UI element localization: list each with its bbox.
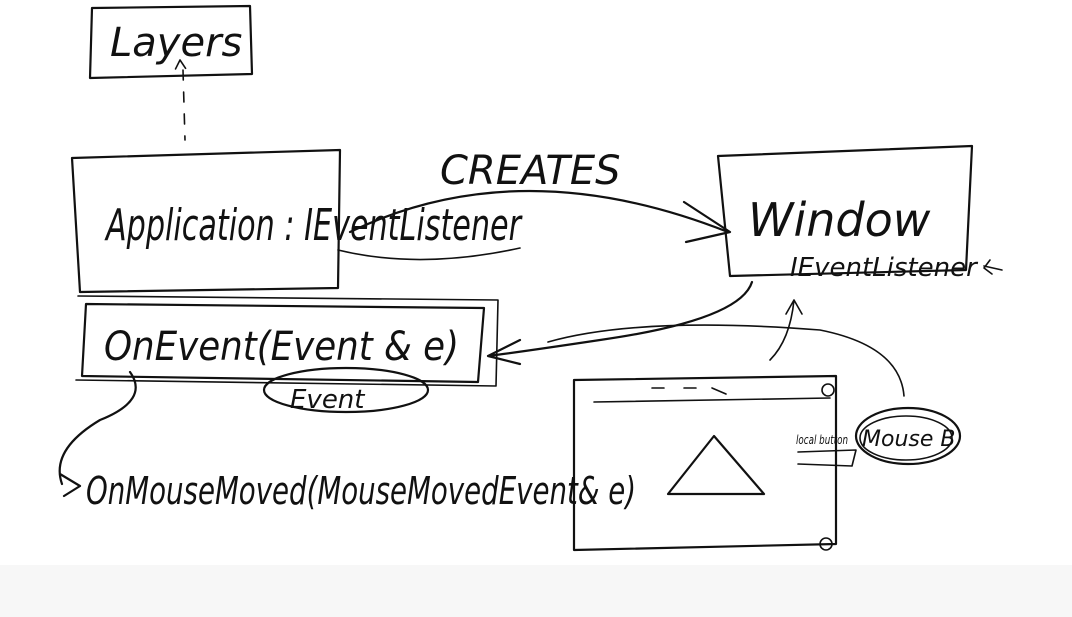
- window-sketch-title-dashes: [651, 387, 727, 395]
- creates-label: CREATES: [440, 148, 621, 194]
- diagram-svg: Layers Application : IEventListener CREA…: [58, 4, 1003, 552]
- mouse-btn-label: Mouse B: [862, 427, 955, 452]
- layers-label: Layers: [110, 20, 242, 66]
- window-listener-arrow: [983, 259, 1003, 275]
- window-sketch-triangle: [666, 434, 766, 496]
- window-listener-label: IEventListener: [790, 253, 979, 283]
- on-mouse-moved-label: OnMouseMoved(MouseMovedEvent& e): [86, 469, 636, 513]
- callback-arrow: [486, 280, 754, 366]
- input-arrow: [769, 299, 803, 361]
- event-label: Event: [290, 385, 365, 415]
- window-sketch-titlebar: [593, 397, 831, 403]
- local-button-label: local button: [796, 433, 848, 447]
- window-label: Window: [748, 193, 931, 247]
- local-button-box: [797, 449, 857, 467]
- page-footer: [0, 565, 1072, 617]
- input-arc: [547, 324, 905, 397]
- layers-connector: [173, 59, 189, 141]
- on-event-label: OnEvent(Event & e): [104, 324, 459, 370]
- whiteboard-canvas: Layers Application : IEventListener CREA…: [0, 0, 1072, 565]
- window-sketch-corner-top: [821, 383, 835, 397]
- application-label: Application : IEventListener: [104, 200, 523, 251]
